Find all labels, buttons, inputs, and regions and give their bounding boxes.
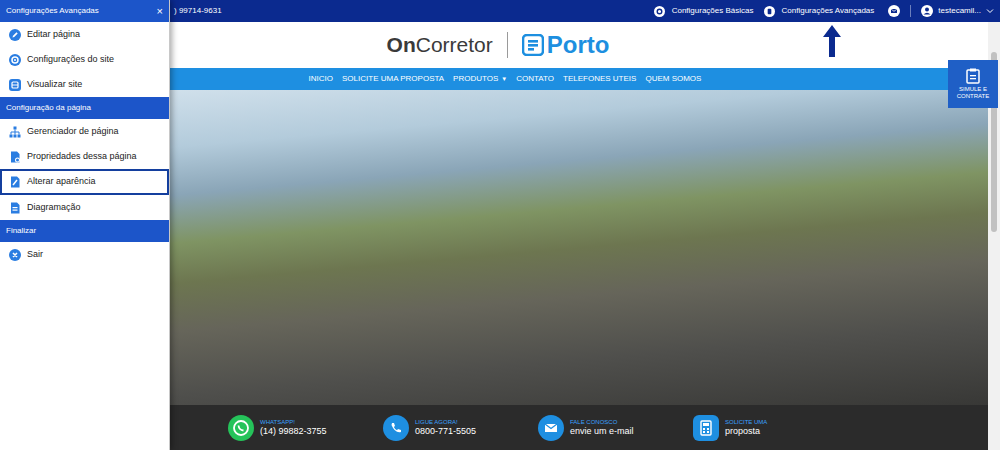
brand-logo: OnCorretor [387,29,493,61]
contact-text: LIGUE AGORA! 0800-771-5505 [415,419,476,436]
sidebar-item-label: Gerenciador de página [27,125,119,139]
top-link-label: Configurações Básicas [672,5,754,17]
partner-name: Porto [547,33,610,57]
page-icon [9,151,21,163]
simulate-label: SIMULE E CONTRATE [948,86,998,100]
contact-text: SOLICITE UMA proposta [725,419,767,436]
simulate-button[interactable]: SIMULE E CONTRATE [948,60,998,108]
user-name: testecamil... [938,5,981,17]
contact-text: WHATSAPP! (14) 99882-3755 [260,419,327,436]
top-links: Configurações Básicas Configurações Avanç… [652,5,1000,17]
contact-label: LIGUE AGORA! [415,419,476,425]
sidebar-item-label: Alterar aparência [27,175,96,189]
chevron-down-icon [986,7,994,15]
sidebar-item-label: Diagramação [27,201,81,215]
top-link-label: Configurações Avançadas [782,5,875,17]
nav-label: CONTATO [516,73,554,85]
nav-item[interactable]: PRODUTOS▼ [453,73,507,85]
contact-item[interactable]: LIGUE AGORA! 0800-771-5505 [383,415,538,441]
sidebar-item[interactable]: Diagramação [0,195,169,220]
section-title: Finalizar [6,225,36,237]
caret-icon: ▼ [501,75,507,84]
nav-label: QUEM SOMOS [645,73,701,85]
sidebar-item[interactable]: Propriedades dessa página [0,144,169,169]
whatsapp-icon [228,415,254,441]
contact-value: envie um e-mail [570,427,634,436]
mail-icon [888,5,900,17]
paint-icon [9,176,21,188]
nav-item[interactable]: TELEFONES UTEIS [563,73,636,85]
sidebar-item[interactable]: Sair [0,242,169,267]
nav-item[interactable]: CONTATO [516,73,554,85]
user-icon [921,5,933,17]
contact-value: (14) 99882-3755 [260,427,327,436]
phone-icon [383,415,409,441]
contact-text: FALE CONOSCO envie um e-mail [570,419,634,436]
edit-icon [9,29,21,41]
nav-label: PRODUTOS [453,73,498,85]
gear-icon [9,54,21,66]
top-link[interactable]: Configurações Básicas [652,5,756,17]
brand-bold: On [387,29,416,61]
panel-title: Configurações Avançadas [6,5,99,17]
contact-label: WHATSAPP! [260,419,327,425]
arrow-up-icon [822,24,842,58]
sidebar-item[interactable]: Alterar aparência [0,169,169,195]
sidebar-item[interactable]: Configurações do site [0,47,169,72]
close-button[interactable]: × [157,6,163,17]
sidebar-item-label: Propriedades dessa página [27,150,137,164]
sidebar-item-label: Sair [27,248,43,262]
gear-icon [654,6,665,17]
sidebar-item-label: Visualizar site [27,78,82,92]
sidebar-item[interactable]: Editar página [0,22,169,47]
close-icon [9,249,21,261]
browser-icon [9,79,21,91]
sitemap-icon [9,126,21,138]
settings-icon [764,6,775,17]
partner-logo: Porto [522,33,610,57]
sidebar-section-header: Configuração da página [0,97,169,119]
section-title: Configuração da página [6,102,91,114]
clipboard-icon [966,68,980,84]
nav-item[interactable]: SOLICITE UMA PROPOSTA [342,73,444,85]
nav-label: INICIO [309,73,333,85]
contact-item[interactable]: WHATSAPP! (14) 99882-3755 [228,415,383,441]
sidebar-item-label: Configurações do site [27,53,114,67]
contact-value: 0800-771-5505 [415,427,476,436]
email-icon [538,415,564,441]
sidebar-item[interactable]: Gerenciador de página [0,119,169,144]
user-menu[interactable]: testecamil... [921,5,994,17]
separator [910,5,911,17]
sidebar-item[interactable]: Visualizar site [0,72,169,97]
logo-divider [507,32,508,58]
form-icon [693,415,719,441]
contact-value: proposta [725,427,767,436]
sidebar-section-header: Finalizar [0,220,169,242]
nav-item[interactable]: QUEM SOMOS [645,73,701,85]
contact-label: FALE CONOSCO [570,419,634,425]
sidebar-item-label: Editar página [27,28,80,42]
nav-label: TELEFONES UTEIS [563,73,636,85]
layout-icon [9,202,21,214]
nav-label: SOLICITE UMA PROPOSTA [342,73,444,85]
advanced-settings-panel: Configurações Avançadas × Editar página Con… [0,0,170,450]
brand-rest: Corretor [416,29,493,61]
nav-item[interactable]: INICIO [309,73,333,85]
contact-item[interactable]: FALE CONOSCO envie um e-mail [538,415,693,441]
porto-logo-icon [522,34,544,56]
panel-header: Configurações Avançadas × [0,0,169,22]
top-link[interactable]: Configurações Avançadas [762,5,877,17]
contact-item[interactable]: SOLICITE UMA proposta [693,415,848,441]
contact-label: SOLICITE UMA [725,419,767,425]
